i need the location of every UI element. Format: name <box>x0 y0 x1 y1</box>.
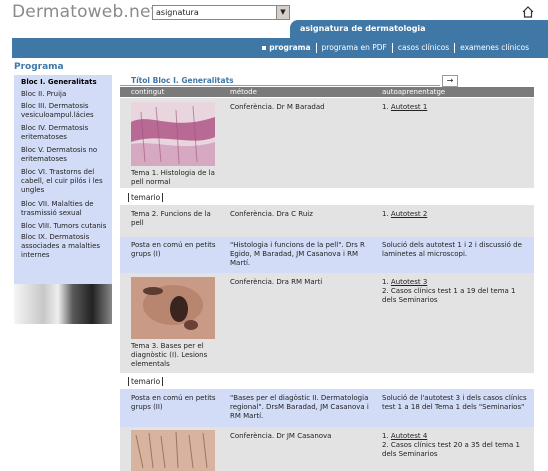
table-row: Tema 3. Bases per el diagnòstic (I). Les… <box>120 273 534 373</box>
row-auto: Solució de l'autotest 3 i dels casos clí… <box>382 394 527 411</box>
row-auto: 1. Autotest 2 <box>382 210 428 218</box>
table-header: Títol Bloc I. Generalitats → <box>120 75 534 87</box>
column-header-metode: métode <box>230 88 257 96</box>
row-auto: Solució dels autotest 1 i 2 i discussió … <box>382 241 522 258</box>
nav-casos-clinicos[interactable]: casos clínicos <box>391 43 454 53</box>
arrow-right-icon[interactable]: → <box>442 75 458 87</box>
sidebar-item-bloc-1[interactable]: Bloc I. Generalitats <box>21 78 111 87</box>
subject-select[interactable]: asignatura ▼ <box>152 5 290 20</box>
sidebar: Bloc I. Generalitats Bloc II. Pruija Blo… <box>14 75 112 284</box>
table-row: Posta en comú en petits grups (I) "Histo… <box>120 237 534 273</box>
row-auto-extra: 2. Casos clínics test 1 a 19 del tema 1 … <box>382 287 516 304</box>
nav-examenes-clinicos[interactable]: examenes clínicos <box>454 43 534 53</box>
row-content: Posta en comú en petits grups (I) <box>131 241 216 258</box>
table-row: Conferència. Dr JM Casanova 1. Autotest … <box>120 427 534 471</box>
temario-link[interactable]: temario <box>128 193 164 202</box>
decorative-photo <box>14 284 112 324</box>
autotest-link[interactable]: Autotest 3 <box>391 278 427 286</box>
row-method: Conferència. Dra RM Martí <box>230 278 323 286</box>
row-method: Conferència. Dr JM Casanova <box>230 432 332 440</box>
nav-label: programa en PDF <box>321 43 387 52</box>
sidebar-item-bloc-5[interactable]: Bloc V. Dermatosis no eritematoses <box>21 146 111 164</box>
subject-tab-title: asignatura de dermatologia <box>290 20 548 38</box>
divider <box>120 85 440 86</box>
row-auto: 1. Autotest 3 2. Casos clínics test 1 a 1… <box>382 278 516 304</box>
nav-label: casos clínicos <box>397 43 450 52</box>
sidebar-item-bloc-9[interactable]: Bloc IX. Dermatosis associades a malalti… <box>21 233 111 260</box>
temario-label: temario <box>128 377 164 386</box>
row-auto-extra: 2. Casos clínics test 20 a 35 del tema 1… <box>382 441 520 458</box>
table-row: Tema 2. Funcions de la pell Conferència.… <box>120 205 534 237</box>
table-row: Posta en comú en petits grups (II) "Base… <box>120 389 534 427</box>
table-row: Tema 1. Histologia de la pell normal Con… <box>120 98 534 188</box>
sidebar-item-bloc-8[interactable]: Bloc VIII. Tumors cutanis <box>21 222 111 231</box>
autotest-link[interactable]: Autotest 4 <box>391 432 427 440</box>
bullet-icon <box>262 46 267 50</box>
row-method: "Histologia i funcions de la pell". Drs … <box>230 241 365 267</box>
clinical-photo <box>131 430 215 471</box>
home-icon[interactable] <box>522 6 534 18</box>
row-method: Conferència. Dra C Ruiz <box>230 210 313 218</box>
column-headers: contingut métode autoaprenentatge <box>120 87 534 97</box>
sidebar-item-bloc-7[interactable]: Bloc VII. Malalties de trasmissió sexual <box>21 200 111 218</box>
row-auto: 1. Autotest 4 2. Casos clínics test 20 a … <box>382 432 520 458</box>
autotest-link[interactable]: Autotest 1 <box>391 103 427 111</box>
row-content: Posta en comú en petits grups (II) <box>131 394 216 411</box>
sidebar-item-bloc-6[interactable]: Bloc VI. Trastorns del cabell, el cuir p… <box>21 168 111 195</box>
nav-label: examenes clínicos <box>460 43 529 52</box>
sidebar-item-bloc-4[interactable]: Bloc IV. Dermatosis eritematoses <box>21 124 111 142</box>
site-logo[interactable]: Dermatoweb.net <box>12 2 158 22</box>
sidebar-item-bloc-3[interactable]: Bloc III. Dermatosis vesiculoampul.lácie… <box>21 102 111 120</box>
main-nav: programa programa en PDF casos clínicos … <box>12 38 548 58</box>
row-auto: 1. Autotest 1 <box>382 103 428 111</box>
subject-select-value: asignatura <box>156 8 199 17</box>
sidebar-item-bloc-2[interactable]: Bloc II. Pruija <box>21 90 111 99</box>
row-method: Conferència. Dr M Baradad <box>230 103 325 111</box>
nav-programa-pdf[interactable]: programa en PDF <box>315 43 392 53</box>
column-header-autoaprenentatge: autoaprenentatge <box>382 88 446 96</box>
table-title: Títol Bloc I. Generalitats <box>131 76 234 85</box>
chevron-down-icon[interactable]: ▼ <box>276 6 289 19</box>
row-content: Tema 3. Bases per el diagnòstic (I). Les… <box>131 342 208 368</box>
clinical-photo <box>131 277 215 339</box>
nav-label: programa <box>269 43 311 52</box>
row-content: Tema 2. Funcions de la pell <box>131 210 211 227</box>
temario-link[interactable]: temario <box>128 377 164 386</box>
row-method: "Bases per el diagòstic II. Dermatologia… <box>230 394 369 420</box>
nav-programa[interactable]: programa <box>257 43 315 53</box>
top-bar: Dermatoweb.net asignatura ▼ asignatura d… <box>0 0 548 38</box>
column-header-contingut: contingut <box>131 88 165 96</box>
section-title: Programa <box>14 62 64 72</box>
histology-image <box>131 102 215 166</box>
autotest-link[interactable]: Autotest 2 <box>391 210 427 218</box>
row-content: Tema 1. Histologia de la pell normal <box>131 169 215 186</box>
temario-label: temario <box>128 193 164 202</box>
